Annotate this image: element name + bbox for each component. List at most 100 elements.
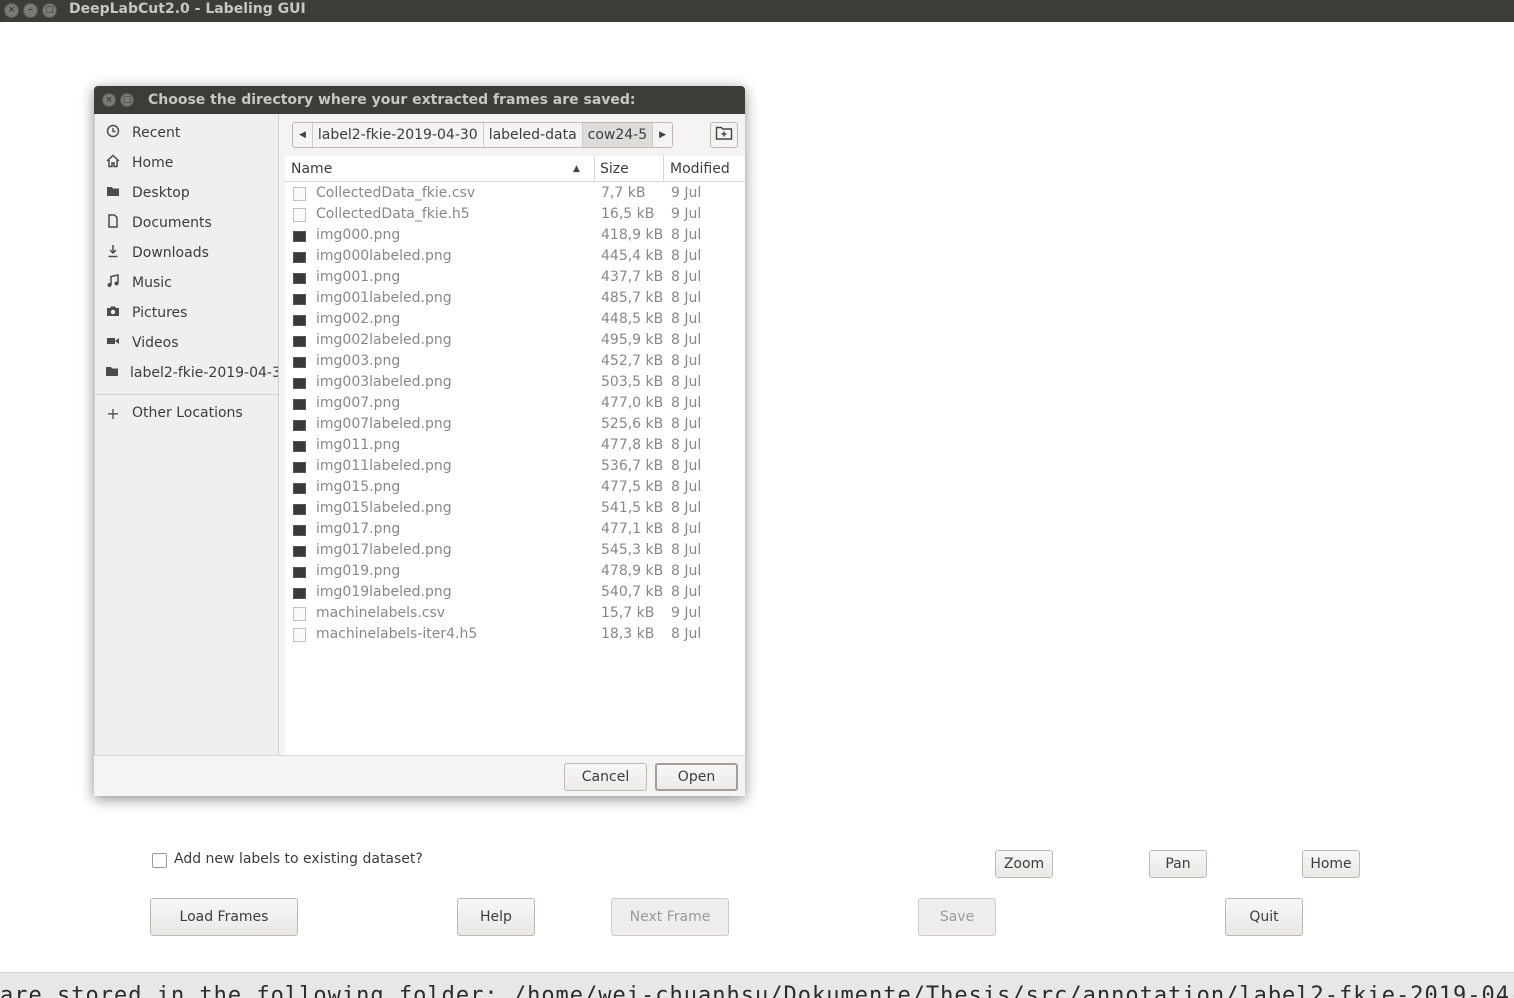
image-file-icon <box>293 588 306 599</box>
file-row[interactable]: machinelabels-iter4.h5 18,3 kB 8 Jul <box>285 625 745 646</box>
file-modified: 9 Jul <box>671 605 702 621</box>
place-pictures[interactable]: Pictures <box>95 298 278 328</box>
places-sidebar: Recent Home Desktop Documents Downloads … <box>94 114 279 755</box>
video-icon <box>105 334 121 352</box>
file-modified: 8 Jul <box>671 269 702 285</box>
load-frames-button[interactable]: Load Frames <box>150 898 298 936</box>
file-size: 445,4 kB <box>601 248 664 264</box>
file-size: 477,8 kB <box>601 437 664 453</box>
column-header-size[interactable]: Size <box>595 156 664 182</box>
file-name: machinelabels.csv <box>316 605 446 621</box>
file-name: img001labeled.png <box>316 290 452 306</box>
help-button[interactable]: Help <box>457 898 535 936</box>
save-button[interactable]: Save <box>918 898 996 936</box>
file-row[interactable]: img015.png 477,5 kB 8 Jul <box>285 478 745 499</box>
place-label: Recent <box>132 125 181 141</box>
file-size: 437,7 kB <box>601 269 664 285</box>
pan-button[interactable]: Pan <box>1149 850 1207 878</box>
minimize-window-button[interactable]: – <box>23 3 38 18</box>
file-row[interactable]: img011labeled.png 536,7 kB 8 Jul <box>285 457 745 478</box>
file-modified: 8 Jul <box>671 458 702 474</box>
place-desktop[interactable]: Desktop <box>95 178 278 208</box>
path-segment[interactable]: labeled-data <box>484 123 583 147</box>
zoom-button[interactable]: Zoom <box>995 850 1053 878</box>
file-modified: 8 Jul <box>671 626 702 642</box>
text-file-icon <box>293 208 306 222</box>
path-scroll-left-button[interactable]: ◀ <box>293 123 313 147</box>
maximize-window-button[interactable]: □ <box>42 3 57 18</box>
file-name: img015.png <box>316 479 401 495</box>
file-row[interactable]: img017labeled.png 545,3 kB 8 Jul <box>285 541 745 562</box>
place-downloads[interactable]: Downloads <box>95 238 278 268</box>
file-row[interactable]: img000labeled.png 445,4 kB 8 Jul <box>285 247 745 268</box>
file-row[interactable]: CollectedData_fkie.h5 16,5 kB 9 Jul <box>285 205 745 226</box>
image-file-icon <box>293 483 306 494</box>
file-row[interactable]: img001labeled.png 485,7 kB 8 Jul <box>285 289 745 310</box>
file-modified: 8 Jul <box>671 479 702 495</box>
file-size: 478,9 kB <box>601 563 664 579</box>
add-labels-checkbox[interactable] <box>152 853 167 868</box>
file-modified: 8 Jul <box>671 563 702 579</box>
place-other-locations[interactable]: + Other Locations <box>95 398 278 428</box>
text-file-icon <box>293 187 306 201</box>
cancel-button[interactable]: Cancel <box>564 763 647 791</box>
quit-button[interactable]: Quit <box>1225 898 1303 936</box>
dialog-close-button[interactable]: × <box>102 93 116 107</box>
close-window-button[interactable]: × <box>4 3 19 18</box>
folder-icon <box>105 364 119 382</box>
file-row[interactable]: img007labeled.png 525,6 kB 8 Jul <box>285 415 745 436</box>
column-header-modified[interactable]: Modified <box>664 156 745 182</box>
image-file-icon <box>293 525 306 536</box>
place-home[interactable]: Home <box>95 148 278 178</box>
dialog-maximize-button[interactable]: □ <box>120 93 134 107</box>
file-size: 495,9 kB <box>601 332 664 348</box>
file-row[interactable]: machinelabels.csv 15,7 kB 9 Jul <box>285 604 745 625</box>
file-row[interactable]: img003.png 452,7 kB 8 Jul <box>285 352 745 373</box>
file-row[interactable]: img017.png 477,1 kB 8 Jul <box>285 520 745 541</box>
home-button[interactable]: Home <box>1302 850 1360 878</box>
file-chooser-dialog: × □ Choose the directory where your extr… <box>94 86 745 796</box>
next-frame-button[interactable]: Next Frame <box>611 898 729 936</box>
file-name: img003labeled.png <box>316 374 452 390</box>
place-label: Videos <box>132 335 179 351</box>
file-modified: 8 Jul <box>671 584 702 600</box>
place-recent[interactable]: Recent <box>95 118 278 148</box>
path-scroll-right-button[interactable]: ▶ <box>653 123 672 147</box>
window-controls: × – □ <box>4 3 57 18</box>
file-name: img015labeled.png <box>316 500 452 516</box>
image-file-icon <box>293 336 306 347</box>
file-row[interactable]: img019.png 478,9 kB 8 Jul <box>285 562 745 583</box>
path-segment-current[interactable]: cow24-5 <box>582 123 654 147</box>
path-segment[interactable]: label2-fkie-2019-04-30 <box>313 123 484 147</box>
file-row[interactable]: img003labeled.png 503,5 kB 8 Jul <box>285 373 745 394</box>
column-header-name[interactable]: Name ▲ <box>285 156 595 182</box>
file-row[interactable]: img001.png 437,7 kB 8 Jul <box>285 268 745 289</box>
file-row[interactable]: img002.png 448,5 kB 8 Jul <box>285 310 745 331</box>
file-row[interactable]: img015labeled.png 541,5 kB 8 Jul <box>285 499 745 520</box>
file-row[interactable]: img002labeled.png 495,9 kB 8 Jul <box>285 331 745 352</box>
file-name: machinelabels-iter4.h5 <box>316 626 478 642</box>
place-documents[interactable]: Documents <box>95 208 278 238</box>
image-file-icon <box>293 462 306 473</box>
file-name: img019labeled.png <box>316 584 452 600</box>
place-bookmark-folder[interactable]: label2-fkie-2019-04-30 <box>95 358 279 388</box>
file-row[interactable]: img007.png 477,0 kB 8 Jul <box>285 394 745 415</box>
file-modified: 8 Jul <box>671 542 702 558</box>
create-folder-button[interactable] <box>710 122 738 148</box>
place-label: Home <box>132 155 174 171</box>
image-file-icon <box>293 252 306 263</box>
file-row[interactable]: CollectedData_fkie.csv 7,7 kB 9 Jul <box>285 184 745 205</box>
place-videos[interactable]: Videos <box>95 328 278 358</box>
place-label: Other Locations <box>132 405 243 421</box>
file-size: 545,3 kB <box>601 542 664 558</box>
plus-icon: + <box>106 403 120 423</box>
document-icon <box>105 214 121 232</box>
file-row[interactable]: img011.png 477,8 kB 8 Jul <box>285 436 745 457</box>
file-row[interactable]: img019labeled.png 540,7 kB 8 Jul <box>285 583 745 604</box>
file-size: 448,5 kB <box>601 311 664 327</box>
place-label: label2-fkie-2019-04-30 <box>130 365 279 381</box>
place-music[interactable]: Music <box>95 268 278 298</box>
open-button[interactable]: Open <box>655 763 738 791</box>
file-row[interactable]: img000.png 418,9 kB 8 Jul <box>285 226 745 247</box>
sort-ascending-icon: ▲ <box>573 164 580 174</box>
